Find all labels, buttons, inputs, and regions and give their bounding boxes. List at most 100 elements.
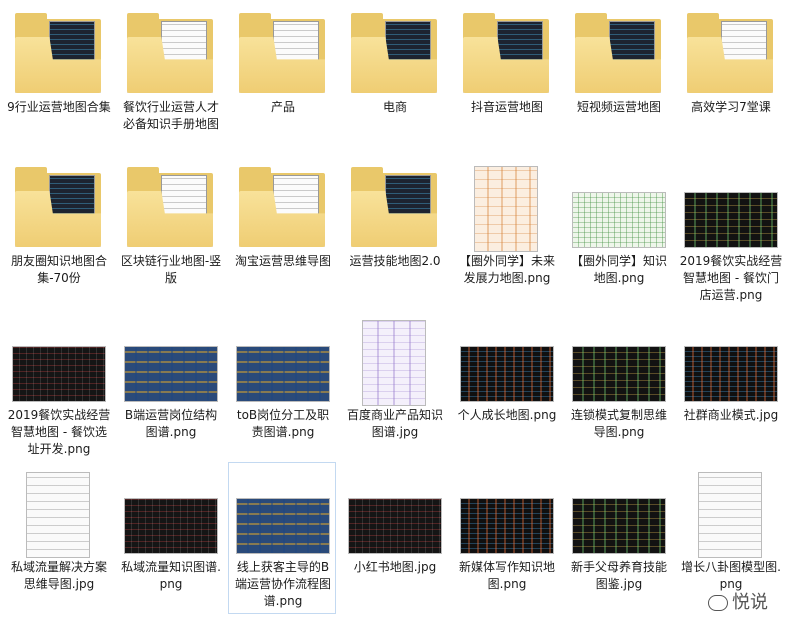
image-thumbnail xyxy=(457,469,557,557)
file-name-label: 个人成长地图.png xyxy=(457,408,557,422)
file-item[interactable]: toB岗位分工及职责图谱.png xyxy=(228,310,336,462)
image-thumbnail xyxy=(121,469,221,557)
file-name-label: 抖音运营地图 xyxy=(470,100,543,114)
folder-icon xyxy=(569,9,669,97)
image-preview xyxy=(363,321,425,405)
file-item[interactable]: 【圈外同学】未来发展力地图.png xyxy=(452,156,560,308)
file-item[interactable]: 【圈外同学】知识地图.png xyxy=(564,156,672,308)
folder-item[interactable]: 朋友圈知识地图合集-70份 xyxy=(4,156,112,308)
image-preview xyxy=(685,193,777,247)
file-item[interactable]: 新手父母养育技能图鉴.jpg xyxy=(564,462,672,614)
folder-icon xyxy=(121,163,221,251)
file-item[interactable]: B端运营岗位结构图谱.png xyxy=(116,310,224,462)
file-name-label: 【圈外同学】知识地图.png xyxy=(570,254,667,285)
folder-icon xyxy=(681,9,781,97)
file-name-label: 连锁模式复制思维导图.png xyxy=(570,408,667,439)
image-preview xyxy=(461,347,553,401)
file-name-label: 产品 xyxy=(270,100,295,114)
folder-icon xyxy=(121,9,221,97)
folder-icon xyxy=(345,163,445,251)
file-name-label: 淘宝运营思维导图 xyxy=(234,254,331,268)
folder-item[interactable]: 淘宝运营思维导图 xyxy=(228,156,336,308)
image-thumbnail xyxy=(569,317,669,405)
file-name-label: 高效学习7堂课 xyxy=(691,100,771,114)
image-preview xyxy=(573,193,665,247)
image-thumbnail xyxy=(9,469,109,557)
file-item[interactable]: 2019餐饮实战经营智慧地图 - 餐饮选址开发.png xyxy=(4,310,112,462)
folder-item[interactable]: 高效学习7堂课 xyxy=(676,2,784,154)
image-preview xyxy=(475,167,537,251)
folder-item[interactable]: 抖音运营地图 xyxy=(452,2,560,154)
file-name-label: 百度商业产品知识图谱.jpg xyxy=(346,408,443,439)
file-name-label: 社群商业模式.jpg xyxy=(683,408,779,422)
folder-icon xyxy=(9,9,109,97)
image-preview xyxy=(237,499,329,553)
file-item[interactable]: 个人成长地图.png xyxy=(452,310,560,462)
folder-icon xyxy=(9,163,109,251)
file-name-label: 线上获客主导的B端运营协作流程图谱.png xyxy=(234,560,331,608)
image-preview xyxy=(699,473,761,557)
image-preview xyxy=(125,347,217,401)
file-name-label: 9行业运营地图合集 xyxy=(7,100,111,114)
file-name-label: 私域流量解决方案思维导图.jpg xyxy=(10,560,107,591)
folder-item[interactable]: 餐饮行业运营人才必备知识手册地图 xyxy=(116,2,224,154)
image-thumbnail xyxy=(345,317,445,405)
file-name-label: 运营技能地图2.0 xyxy=(349,254,441,268)
image-thumbnail xyxy=(233,317,333,405)
file-name-label: 小红书地图.jpg xyxy=(353,560,437,574)
image-thumbnail xyxy=(569,163,669,251)
file-grid: 9行业运营地图合集 餐饮行业运营人才必备知识手册地图 产品 电商 抖音运营地图 短视频运营… xyxy=(0,0,790,624)
image-thumbnail xyxy=(121,317,221,405)
image-preview xyxy=(13,347,105,401)
file-name-label: 餐饮行业运营人才必备知识手册地图 xyxy=(122,100,219,131)
file-item[interactable]: 线上获客主导的B端运营协作流程图谱.png xyxy=(228,462,336,614)
folder-item[interactable]: 区块链行业地图-竖版 xyxy=(116,156,224,308)
file-name-label: 新媒体写作知识地图.png xyxy=(458,560,555,591)
image-thumbnail xyxy=(345,469,445,557)
file-item[interactable]: 私域流量解决方案思维导图.jpg xyxy=(4,462,112,614)
file-name-label: 朋友圈知识地图合集-70份 xyxy=(10,254,107,285)
image-thumbnail xyxy=(681,317,781,405)
folder-icon xyxy=(233,163,333,251)
folder-item[interactable]: 运营技能地图2.0 xyxy=(340,156,448,308)
image-thumbnail xyxy=(681,469,781,557)
file-name-label: 电商 xyxy=(382,100,407,114)
file-item[interactable]: 新媒体写作知识地图.png xyxy=(452,462,560,614)
file-item[interactable]: 私域流量知识图谱.png xyxy=(116,462,224,614)
file-name-label: 私域流量知识图谱.png xyxy=(121,560,221,591)
image-preview xyxy=(27,473,89,557)
image-preview xyxy=(349,499,441,553)
file-name-label: toB岗位分工及职责图谱.png xyxy=(236,408,330,439)
folder-item[interactable]: 短视频运营地图 xyxy=(564,2,672,154)
wechat-icon xyxy=(708,595,728,611)
file-item[interactable]: 连锁模式复制思维导图.png xyxy=(564,310,672,462)
image-thumbnail xyxy=(457,317,557,405)
file-name-label: 【圈外同学】未来发展力地图.png xyxy=(458,254,555,285)
folder-item[interactable]: 电商 xyxy=(340,2,448,154)
image-preview xyxy=(685,347,777,401)
image-thumbnail xyxy=(9,317,109,405)
image-thumbnail xyxy=(233,469,333,557)
file-item[interactable]: 小红书地图.jpg xyxy=(340,462,448,614)
file-name-label: 新手父母养育技能图鉴.jpg xyxy=(570,560,667,591)
image-preview xyxy=(125,499,217,553)
image-preview xyxy=(461,499,553,553)
watermark: 悦说 xyxy=(708,588,768,614)
file-name-label: B端运营岗位结构图谱.png xyxy=(124,408,218,439)
image-thumbnail xyxy=(681,163,781,251)
image-preview xyxy=(237,347,329,401)
folder-icon xyxy=(345,9,445,97)
watermark-text: 悦说 xyxy=(732,592,768,613)
file-name-label: 2019餐饮实战经营智慧地图 - 餐饮门店运营.png xyxy=(679,254,783,302)
file-name-label: 短视频运营地图 xyxy=(576,100,661,114)
file-name-label: 区块链行业地图-竖版 xyxy=(120,254,222,285)
folder-icon xyxy=(457,9,557,97)
folder-item[interactable]: 产品 xyxy=(228,2,336,154)
image-thumbnail xyxy=(569,469,669,557)
folder-icon xyxy=(233,9,333,97)
image-thumbnail xyxy=(457,163,557,251)
file-item[interactable]: 2019餐饮实战经营智慧地图 - 餐饮门店运营.png xyxy=(676,156,784,308)
file-item[interactable]: 社群商业模式.jpg xyxy=(676,310,784,462)
folder-item[interactable]: 9行业运营地图合集 xyxy=(4,2,112,154)
file-item[interactable]: 百度商业产品知识图谱.jpg xyxy=(340,310,448,462)
